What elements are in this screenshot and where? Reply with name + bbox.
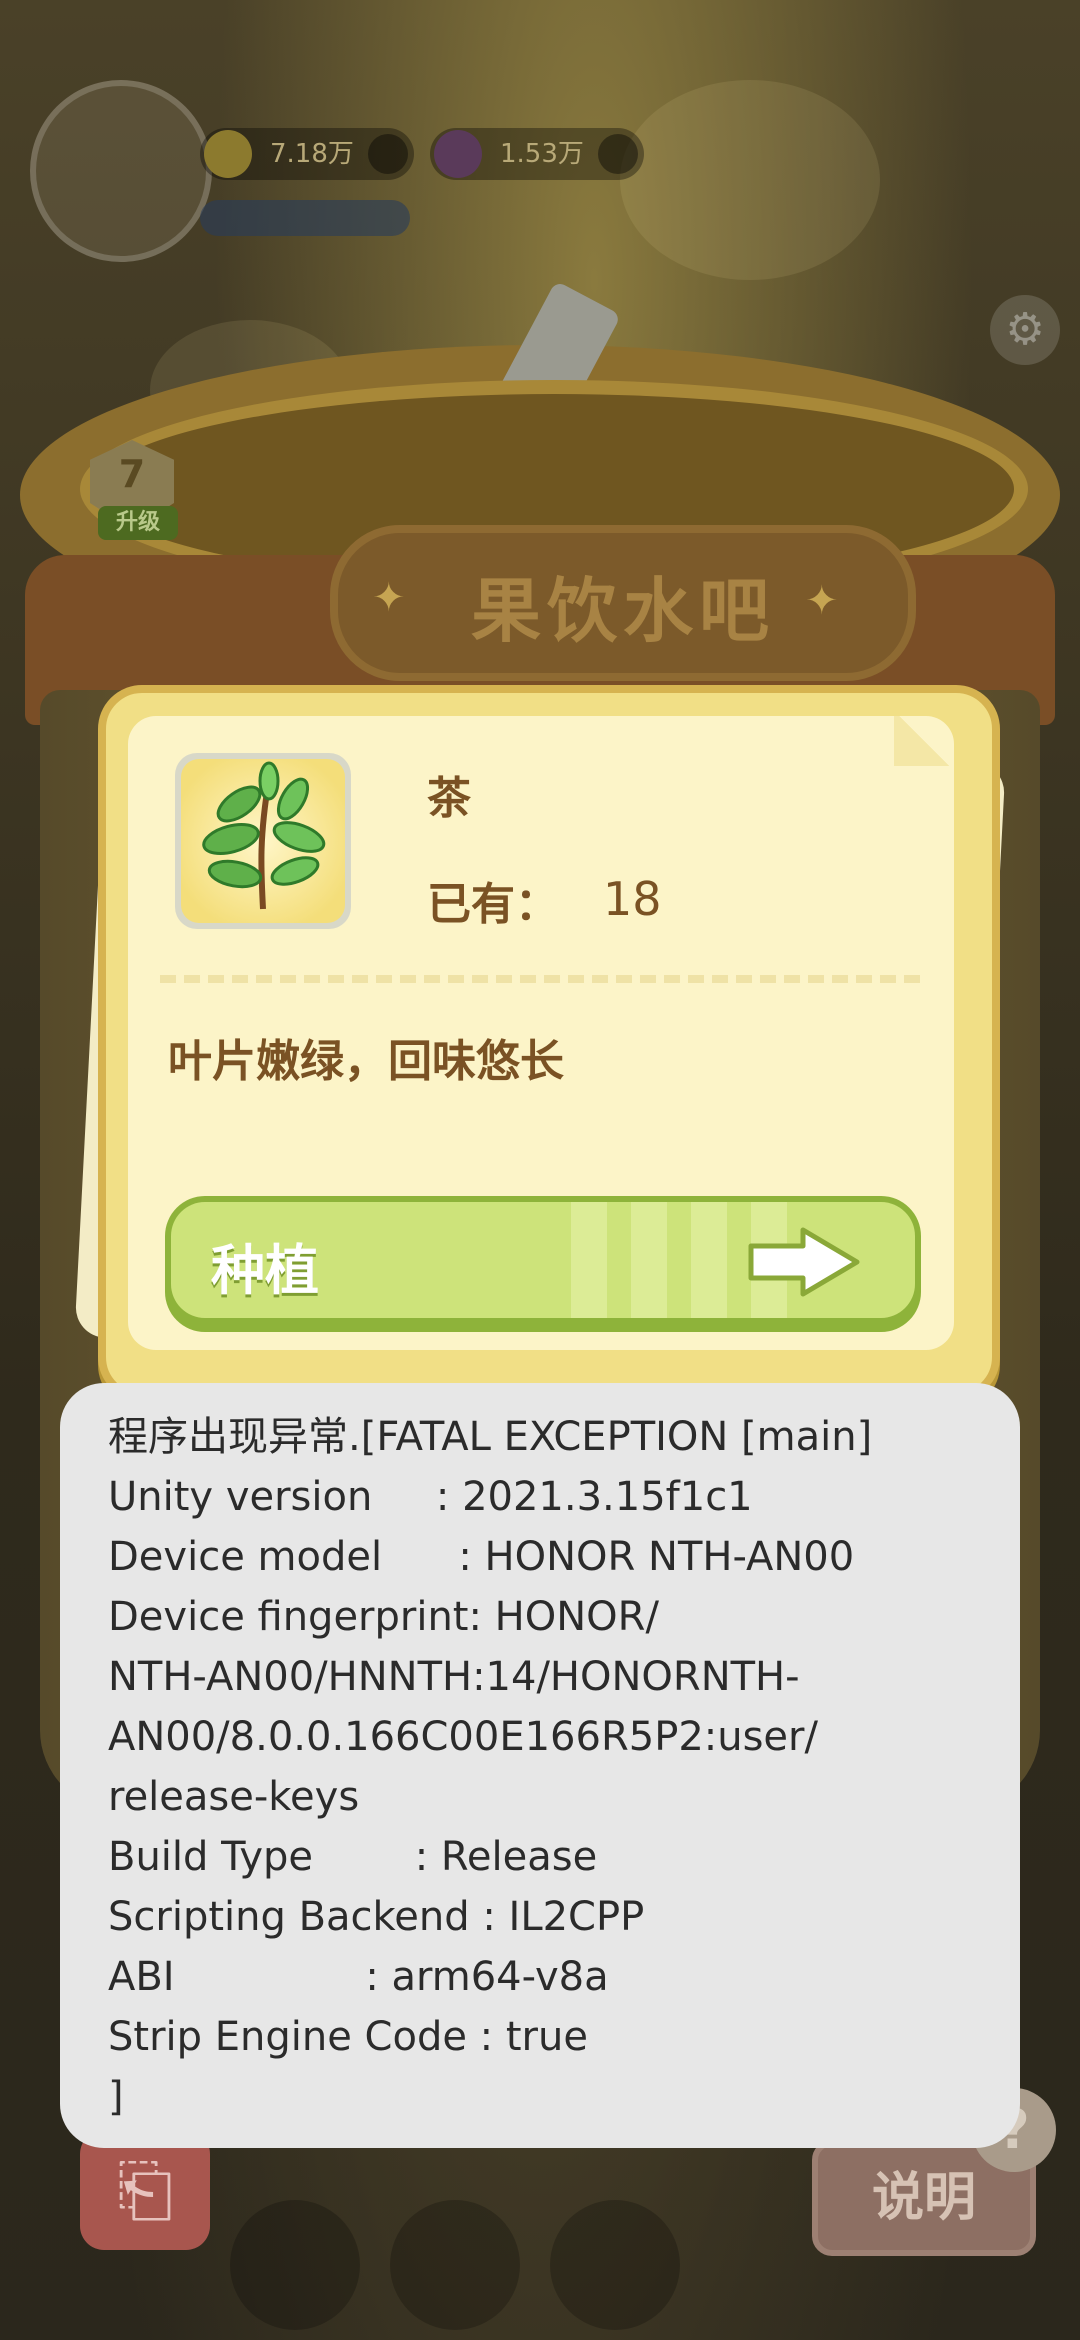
- item-description: 叶片嫩绿，回味悠长: [168, 1036, 564, 1087]
- top-hud: 7.18万 1.53万: [0, 0, 1080, 300]
- level-badge[interactable]: 7 升级: [62, 440, 202, 560]
- crash-line: AN00/8.0.0.166C00E166R5P2:user/: [108, 1714, 818, 1760]
- item-name: 茶: [427, 773, 471, 824]
- arrow-right-icon: [748, 1227, 860, 1297]
- crash-report-dialog[interactable]: 程序出现异常.[FATAL EXCEPTION [main] Unity ver…: [60, 1383, 1020, 2148]
- sparkle-icon: ✦: [372, 575, 406, 621]
- crash-line: Device model : HONOR NTH-AN00: [108, 1534, 855, 1580]
- plant-button-label: 种植: [211, 1239, 319, 1302]
- crash-line: ]: [108, 2074, 124, 2120]
- crash-line: 程序出现异常.[FATAL EXCEPTION [main]: [108, 1414, 873, 1460]
- level-number: 7: [118, 452, 146, 496]
- avatar[interactable]: [30, 80, 212, 262]
- coin-amount: 7.18万: [270, 139, 354, 169]
- progress-bar: [200, 200, 410, 236]
- crash-line: Device fingerprint: HONOR/: [108, 1594, 659, 1640]
- back-button[interactable]: ⎗: [80, 2130, 210, 2250]
- settings-gear-icon[interactable]: ⚙: [990, 295, 1060, 365]
- crash-line: NTH-AN00/HNNTH:14/HONORNTH-: [108, 1654, 800, 1700]
- sparkle-icon: ✦: [805, 578, 839, 624]
- coin-counter[interactable]: 7.18万: [200, 128, 414, 180]
- plant-button[interactable]: 种植: [165, 1196, 921, 1332]
- add-gems-icon[interactable]: [597, 134, 638, 174]
- nav-button[interactable]: [390, 2200, 520, 2330]
- crash-line: release-keys: [108, 1774, 360, 1820]
- nav-button[interactable]: [550, 2200, 680, 2330]
- button-stripe: [631, 1202, 667, 1318]
- gem-icon: [434, 130, 482, 178]
- plant-button-face: 种植: [171, 1202, 915, 1318]
- crash-line: Scripting Backend : IL2CPP: [108, 1894, 645, 1940]
- crash-line: Unity version : 2021.3.15f1c1: [108, 1474, 753, 1520]
- gem-counter[interactable]: 1.53万: [430, 128, 644, 180]
- owned-count: 18: [603, 872, 662, 926]
- add-coins-icon[interactable]: [367, 134, 408, 174]
- tea-leaf-icon: [181, 759, 345, 923]
- crash-line: Build Type : Release: [108, 1834, 598, 1880]
- coin-icon: [204, 130, 252, 178]
- button-stripe: [691, 1202, 727, 1318]
- page-corner-fold: [894, 716, 954, 766]
- crash-line: Strip Engine Code : true: [108, 2014, 588, 2060]
- owned-label: 已有：: [427, 879, 559, 930]
- nav-button[interactable]: [230, 2200, 360, 2330]
- upgrade-tag[interactable]: 升级: [98, 506, 178, 540]
- crash-line: ABI : arm64-v8a: [108, 1954, 609, 2000]
- button-stripe: [571, 1202, 607, 1318]
- divider: [160, 975, 920, 983]
- gem-amount: 1.53万: [500, 139, 584, 169]
